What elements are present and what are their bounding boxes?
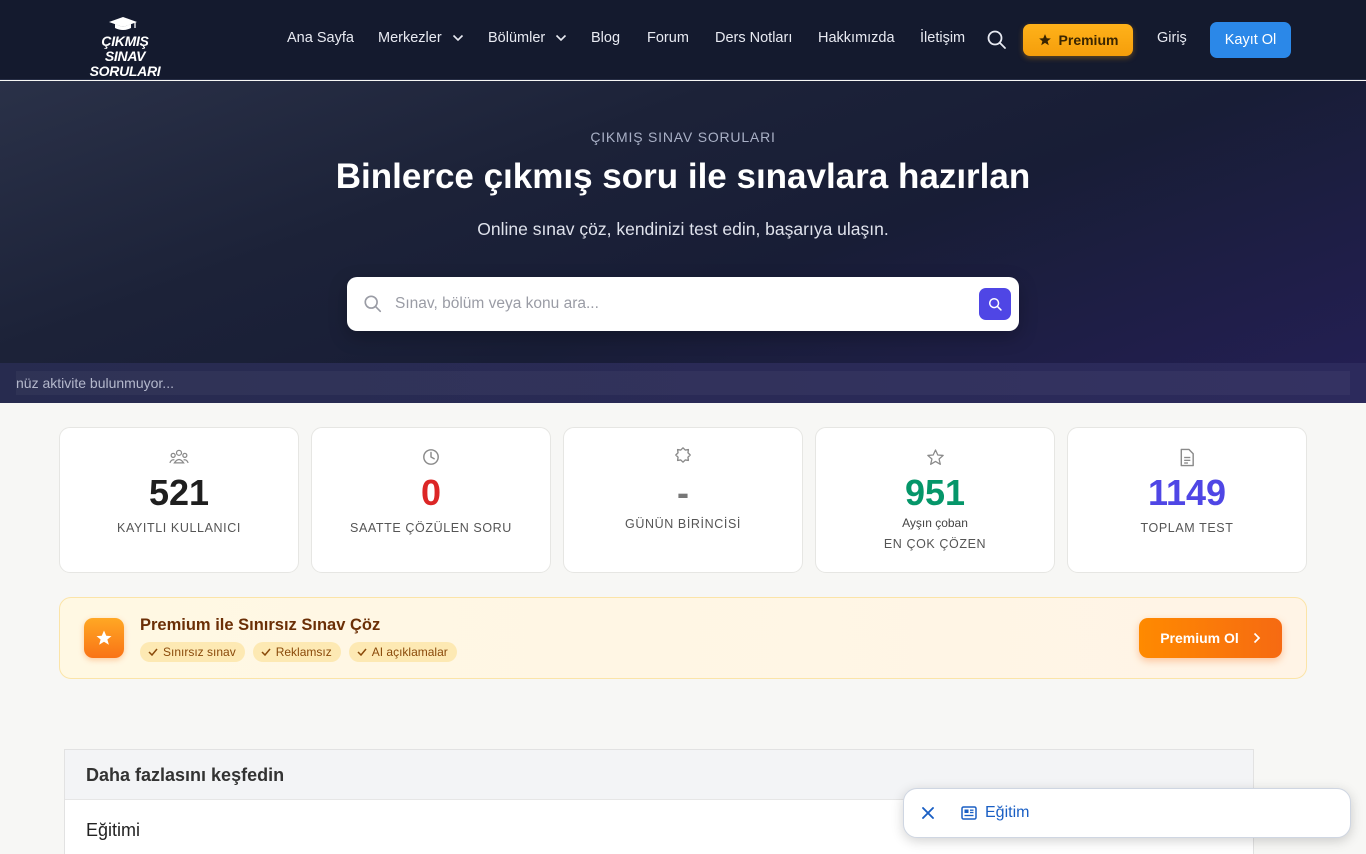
hero-section: ÇIKMIŞ SINAV SORULARI Binlerce çıkmış so… [0, 81, 1366, 363]
chevron-down-icon [556, 35, 567, 42]
hero-title: Binlerce çıkmış soru ile sınavlara hazır… [335, 157, 1031, 196]
premium-cta-button[interactable]: Premium Ol [1139, 618, 1282, 658]
document-icon [1180, 448, 1194, 467]
users-icon [169, 449, 189, 464]
premium-button-label: Premium [1058, 32, 1119, 48]
premium-banner-title: Premium ile Sınırsız Sınav Çöz [140, 616, 381, 634]
award-icon [675, 447, 691, 463]
search-icon[interactable] [986, 29, 1008, 51]
clock-icon [423, 449, 439, 465]
graduation-cap-icon [109, 17, 137, 30]
premium-cta-label: Premium Ol [1160, 630, 1239, 646]
stat-value: - [677, 472, 689, 513]
chevron-right-icon [1253, 632, 1260, 644]
hero-eyebrow: ÇIKMIŞ SINAV SORULARI [590, 129, 776, 145]
nav-merkezler[interactable]: Merkezler [378, 30, 464, 46]
search-icon [364, 295, 382, 313]
search-input[interactable] [395, 291, 955, 317]
check-icon [357, 648, 367, 656]
feature-tag-label: Sınırsız sınav [163, 645, 236, 659]
logo-line-1: ÇIKMIŞ SINAV [101, 33, 149, 64]
logo-line-2: SORULARI [89, 63, 161, 79]
stat-label: KAYITLI KULLANICI [117, 521, 241, 535]
stat-label: SAATTE ÇÖZÜLEN SORU [350, 521, 512, 535]
floating-chip-label[interactable]: Eğitim [985, 804, 1029, 822]
feature-tag: Reklamsız [252, 642, 341, 662]
feature-tag: AI açıklamalar [348, 642, 457, 662]
stat-label: TOPLAM TEST [1140, 521, 1234, 535]
nav-blog[interactable]: Blog [591, 30, 620, 46]
star-icon [926, 449, 944, 465]
login-link[interactable]: Giriş [1157, 30, 1187, 46]
stat-card-total-tests: 1149 TOPLAM TEST [1067, 427, 1307, 573]
check-icon [261, 648, 271, 656]
chevron-down-icon [452, 35, 463, 42]
feature-tag: Sınırsız sınav [140, 642, 245, 662]
nav-bolumler[interactable]: Bölümler [488, 30, 567, 46]
nav-forum[interactable]: Forum [647, 30, 689, 46]
search-icon [988, 297, 1002, 311]
search-submit-button[interactable] [979, 288, 1011, 320]
stat-label: EN ÇOK ÇÖZEN [883, 537, 987, 551]
stat-value: 1149 [1147, 472, 1227, 513]
stat-card-daily-first: - GÜNÜN BİRİNCİSİ [563, 427, 803, 573]
close-icon[interactable] [920, 805, 936, 821]
ticker-text: nüz aktivite bulunmuyor... [16, 375, 174, 391]
floating-suggestion-chip: Eğitim [903, 788, 1351, 838]
newspaper-icon [961, 806, 977, 820]
feature-tag-label: Reklamsız [275, 645, 332, 659]
site-logo[interactable]: ÇIKMIŞ SINAV SORULARI [80, 14, 170, 79]
hero-subtitle: Online sınav çöz, kendinizi test edin, b… [477, 219, 889, 239]
nav-merkezler-label: Merkezler [378, 30, 442, 46]
premium-button[interactable]: Premium [1023, 24, 1133, 56]
premium-banner: Premium ile Sınırsız Sınav Çöz Sınırsız … [59, 597, 1307, 679]
stat-label: GÜNÜN BİRİNCİSİ [625, 517, 741, 531]
explore-title: Daha fazlasını keşfedin [86, 765, 285, 785]
activity-ticker: nüz aktivite bulunmuyor... [0, 363, 1366, 403]
star-icon [96, 630, 112, 645]
logo-text: ÇIKMIŞ SINAV SORULARI [82, 34, 168, 79]
nav-hakkimizda[interactable]: Hakkımızda [818, 30, 895, 46]
stat-value: 951 [904, 472, 966, 513]
check-icon [148, 648, 158, 656]
explore-item[interactable]: Eğitimi [86, 820, 140, 841]
top-navbar: ÇIKMIŞ SINAV SORULARI Ana Sayfa Merkezle… [0, 0, 1366, 80]
stat-card-hourly-solved: 0 SAATTE ÇÖZÜLEN SORU [311, 427, 551, 573]
stat-value: 0 [420, 472, 442, 513]
nav-ders-notlari[interactable]: Ders Notları [715, 30, 792, 46]
nav-ana-sayfa[interactable]: Ana Sayfa [287, 30, 354, 46]
stat-card-users: 521 KAYITLI KULLANICI [59, 427, 299, 573]
premium-star-badge [84, 618, 124, 658]
stat-value: 521 [148, 472, 210, 513]
ticker-track: nüz aktivite bulunmuyor... [16, 371, 1350, 395]
premium-feature-tags: Sınırsız sınav Reklamsız AI açıklamalar [140, 642, 457, 662]
nav-bolumler-label: Bölümler [488, 30, 546, 46]
stat-subtext: Ayşın çoban [902, 516, 968, 530]
hero-search-box [347, 277, 1019, 331]
stat-card-top-solver: 951 Ayşın çoban EN ÇOK ÇÖZEN [815, 427, 1055, 573]
register-button[interactable]: Kayıt Ol [1210, 22, 1291, 58]
star-icon [1038, 34, 1051, 46]
nav-iletisim[interactable]: İletişim [920, 30, 965, 46]
feature-tag-label: AI açıklamalar [371, 645, 448, 659]
